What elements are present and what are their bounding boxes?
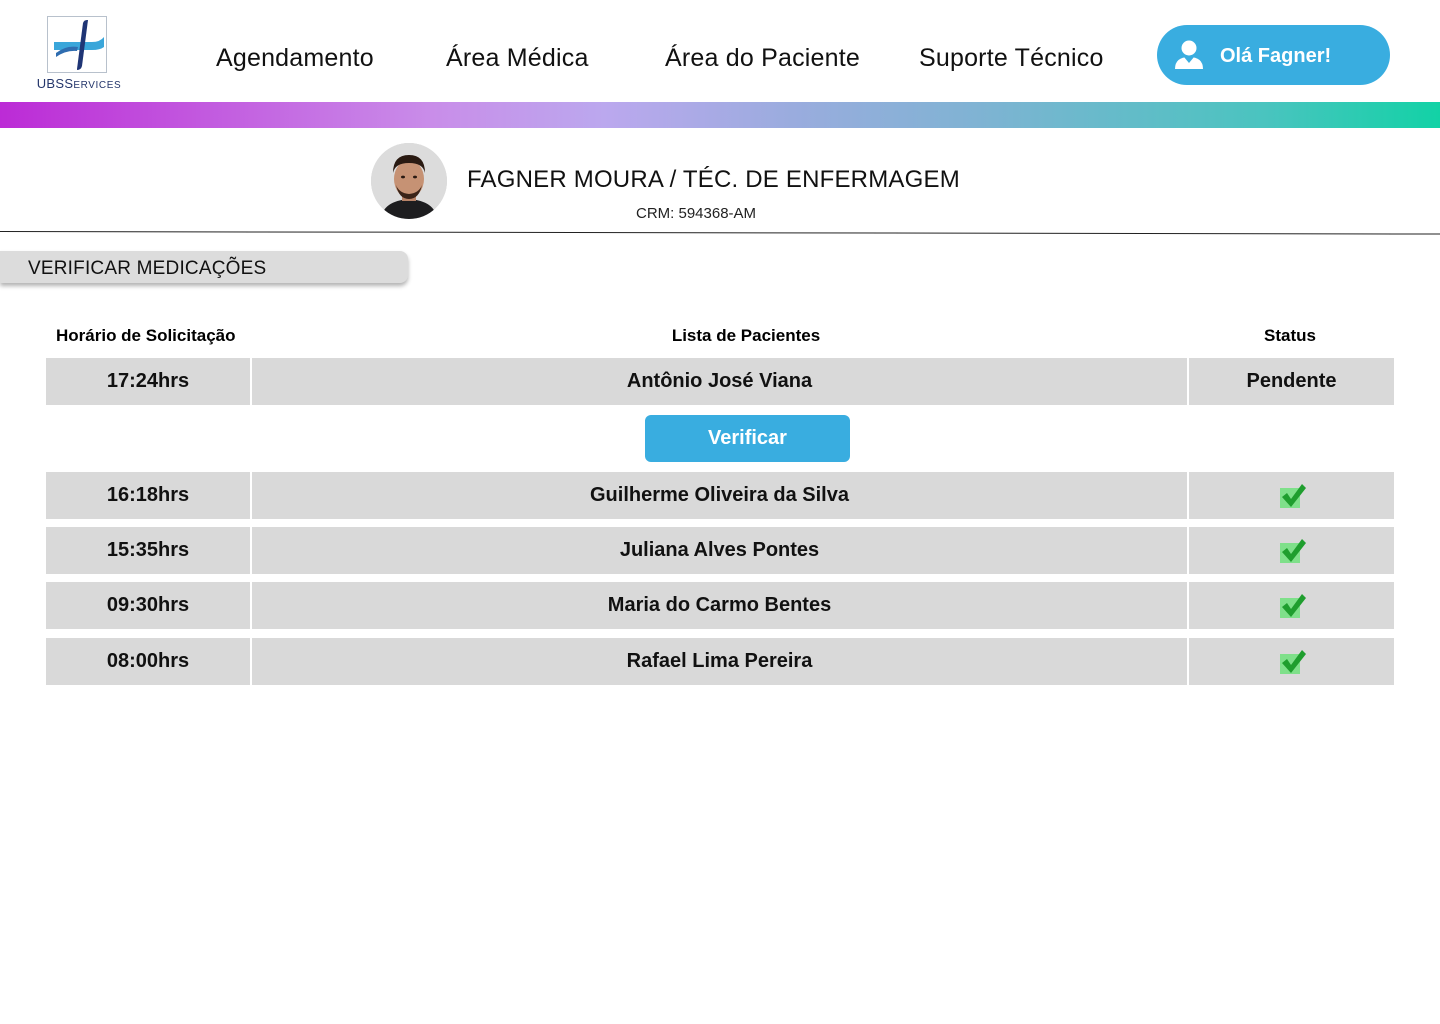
section-title: VERIFICAR MEDICAÇÕES bbox=[28, 258, 267, 279]
row-status bbox=[1189, 472, 1394, 519]
table-row[interactable]: 08:00hrs Rafael Lima Pereira bbox=[46, 638, 1394, 685]
logo-text: UBSSERVICES bbox=[36, 76, 122, 91]
row-time: 16:18hrs bbox=[46, 472, 250, 519]
nav-agendamento[interactable]: Agendamento bbox=[216, 44, 374, 73]
row-patient: Rafael Lima Pereira bbox=[252, 638, 1187, 685]
row-patient: Juliana Alves Pontes bbox=[252, 527, 1187, 574]
nav-area-medica[interactable]: Área Médica bbox=[446, 44, 589, 73]
row-time: 17:24hrs bbox=[46, 358, 250, 405]
table-row[interactable]: 17:24hrs Antônio José Viana Pendente bbox=[46, 358, 1394, 405]
user-menu-button[interactable]: Olá Fagner! bbox=[1157, 25, 1390, 85]
row-status bbox=[1189, 527, 1394, 574]
row-time: 09:30hrs bbox=[46, 582, 250, 629]
row-patient: Guilherme Oliveira da Silva bbox=[252, 472, 1187, 519]
section-tab-verificar-medicacoes[interactable]: VERIFICAR MEDICAÇÕES bbox=[0, 251, 408, 283]
profile-divider bbox=[0, 231, 1440, 235]
row-time: 08:00hrs bbox=[46, 638, 250, 685]
profile-name: FAGNER MOURA / TÉC. DE ENFERMAGEM bbox=[467, 166, 960, 193]
header-status: Status bbox=[1264, 326, 1316, 345]
table-row[interactable]: 15:35hrs Juliana Alves Pontes bbox=[46, 527, 1394, 574]
logo-cross-icon bbox=[47, 16, 107, 73]
row-status bbox=[1189, 582, 1394, 629]
row-patient: Maria do Carmo Bentes bbox=[252, 582, 1187, 629]
checkmark-icon bbox=[1279, 538, 1306, 563]
checkmark-icon bbox=[1279, 593, 1306, 618]
row-patient: Antônio José Viana bbox=[252, 358, 1187, 405]
profile-crm: CRM: 594368-AM bbox=[636, 205, 757, 222]
nav-suporte-tecnico[interactable]: Suporte Técnico bbox=[919, 44, 1104, 73]
user-greeting: Olá Fagner! bbox=[1220, 45, 1332, 67]
row-status bbox=[1189, 638, 1394, 685]
row-status-pending: Pendente bbox=[1189, 358, 1394, 405]
verify-button[interactable]: Verificar bbox=[645, 415, 850, 462]
avatar bbox=[371, 143, 447, 219]
checkmark-icon bbox=[1279, 649, 1306, 674]
brand-logo[interactable]: UBSSERVICES bbox=[36, 14, 122, 94]
nav-area-paciente[interactable]: Área do Paciente bbox=[665, 44, 860, 73]
table-row[interactable]: 09:30hrs Maria do Carmo Bentes bbox=[46, 582, 1394, 629]
row-time: 15:35hrs bbox=[46, 527, 250, 574]
header-gradient-bar bbox=[0, 102, 1440, 128]
user-icon bbox=[1173, 38, 1205, 70]
table-row[interactable]: 16:18hrs Guilherme Oliveira da Silva bbox=[46, 472, 1394, 519]
checkmark-icon bbox=[1279, 483, 1306, 508]
